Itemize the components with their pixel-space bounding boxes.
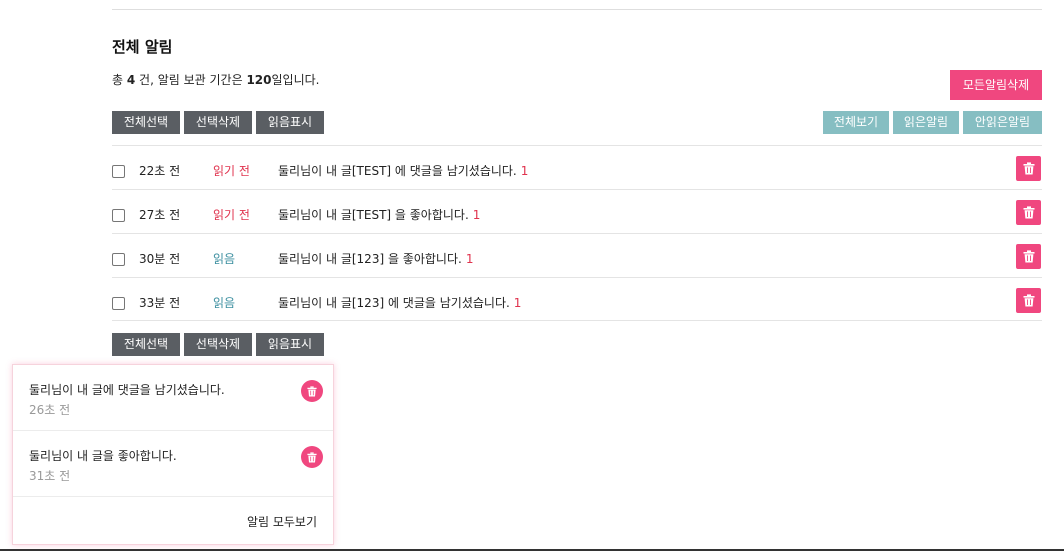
select-all-button-bottom[interactable]: 전체선택 [112,333,180,356]
popup-item-time: 26초 전 [29,403,71,417]
row-checkbox[interactable] [112,165,125,178]
row-status: 읽기 전 [213,164,250,178]
row-delete-button[interactable] [1016,288,1041,313]
popup-delete-button[interactable] [301,446,323,468]
notification-row: 27초 전 읽기 전 둘리님이 내 글[TEST] 을 좋아합니다. 1 [112,189,1042,233]
trash-icon [1023,206,1034,219]
row-message[interactable]: 둘리님이 내 글[123] 을 좋아합니다. 1 [278,250,473,267]
row-message-text[interactable]: 둘리님이 내 글[123] 을 좋아합니다. [278,252,462,266]
trash-icon [307,385,317,396]
row-delete-button[interactable] [1016,244,1041,269]
notification-row: 22초 전 읽기 전 둘리님이 내 글[TEST] 에 댓글을 남기셨습니다. 1 [112,145,1042,189]
row-message-text[interactable]: 둘리님이 내 글[123] 에 댓글을 남기셨습니다. [278,296,510,310]
row-message[interactable]: 둘리님이 내 글[TEST] 을 좋아합니다. 1 [278,206,480,223]
top-divider [112,9,1042,10]
page-title: 전체 알림 [112,38,173,56]
trash-icon [1023,250,1034,263]
filter-all-button[interactable]: 전체보기 [823,111,889,134]
notification-summary: 총 4 건, 알림 보관 기간은 120일입니다. [112,71,319,88]
row-time: 33분 전 [139,296,181,310]
summary-prefix: 총 [112,73,127,87]
row-count: 1 [513,296,522,310]
popup-item[interactable]: 둘리님이 내 글을 좋아합니다. 31초 전 [13,431,333,497]
row-count: 1 [465,252,474,266]
row-status: 읽음 [213,296,236,310]
view-all-notifications-link[interactable]: 알림 모두보기 [247,513,317,530]
popup-item[interactable]: 둘리님이 내 글에 댓글을 남기셨습니다. 26초 전 [13,365,333,431]
popup-item-time: 31초 전 [29,469,71,483]
delete-all-button[interactable]: 모든알림삭제 [950,70,1042,100]
mark-read-button-top[interactable]: 읽음표시 [256,111,324,134]
row-checkbox[interactable] [112,297,125,310]
trash-icon [307,451,317,462]
trash-icon [1023,294,1034,307]
summary-count: 4 [126,73,136,87]
row-message[interactable]: 둘리님이 내 글[TEST] 에 댓글을 남기셨습니다. 1 [278,162,528,179]
delete-selected-button-top[interactable]: 선택삭제 [184,111,252,134]
row-message-text[interactable]: 둘리님이 내 글[TEST] 을 좋아합니다. [278,208,469,222]
summary-days: 120 [246,73,272,87]
row-status: 읽음 [213,252,236,266]
row-time: 30분 전 [139,252,181,266]
mark-read-button-bottom[interactable]: 읽음표시 [256,333,324,356]
notification-row: 33분 전 읽음 둘리님이 내 글[123] 에 댓글을 남기셨습니다. 1 [112,277,1042,321]
popup-item-message[interactable]: 둘리님이 내 글을 좋아합니다. [29,447,177,464]
summary-middle: 건, 알림 보관 기간은 [135,73,247,87]
delete-selected-button-bottom[interactable]: 선택삭제 [184,333,252,356]
row-checkbox[interactable] [112,209,125,222]
row-time: 27초 전 [139,208,181,222]
row-time: 22초 전 [139,164,181,178]
row-count: 1 [520,164,529,178]
popup-item-message[interactable]: 둘리님이 내 글에 댓글을 남기셨습니다. [29,381,225,398]
row-delete-button[interactable] [1016,156,1041,181]
row-count: 1 [472,208,481,222]
row-status: 읽기 전 [213,208,250,222]
notification-popup: 둘리님이 내 글에 댓글을 남기셨습니다. 26초 전 둘리님이 내 글을 좋아… [12,364,334,545]
summary-suffix: 일입니다. [271,73,320,87]
select-all-button-top[interactable]: 전체선택 [112,111,180,134]
filter-unread-button[interactable]: 안읽은알림 [963,111,1042,134]
row-delete-button[interactable] [1016,200,1041,225]
notification-row: 30분 전 읽음 둘리님이 내 글[123] 을 좋아합니다. 1 [112,233,1042,277]
row-message-text[interactable]: 둘리님이 내 글[TEST] 에 댓글을 남기셨습니다. [278,164,517,178]
row-message[interactable]: 둘리님이 내 글[123] 에 댓글을 남기셨습니다. 1 [278,294,521,311]
popup-delete-button[interactable] [301,380,323,402]
filter-read-button[interactable]: 읽은알림 [893,111,959,134]
row-checkbox[interactable] [112,253,125,266]
trash-icon [1023,162,1034,175]
